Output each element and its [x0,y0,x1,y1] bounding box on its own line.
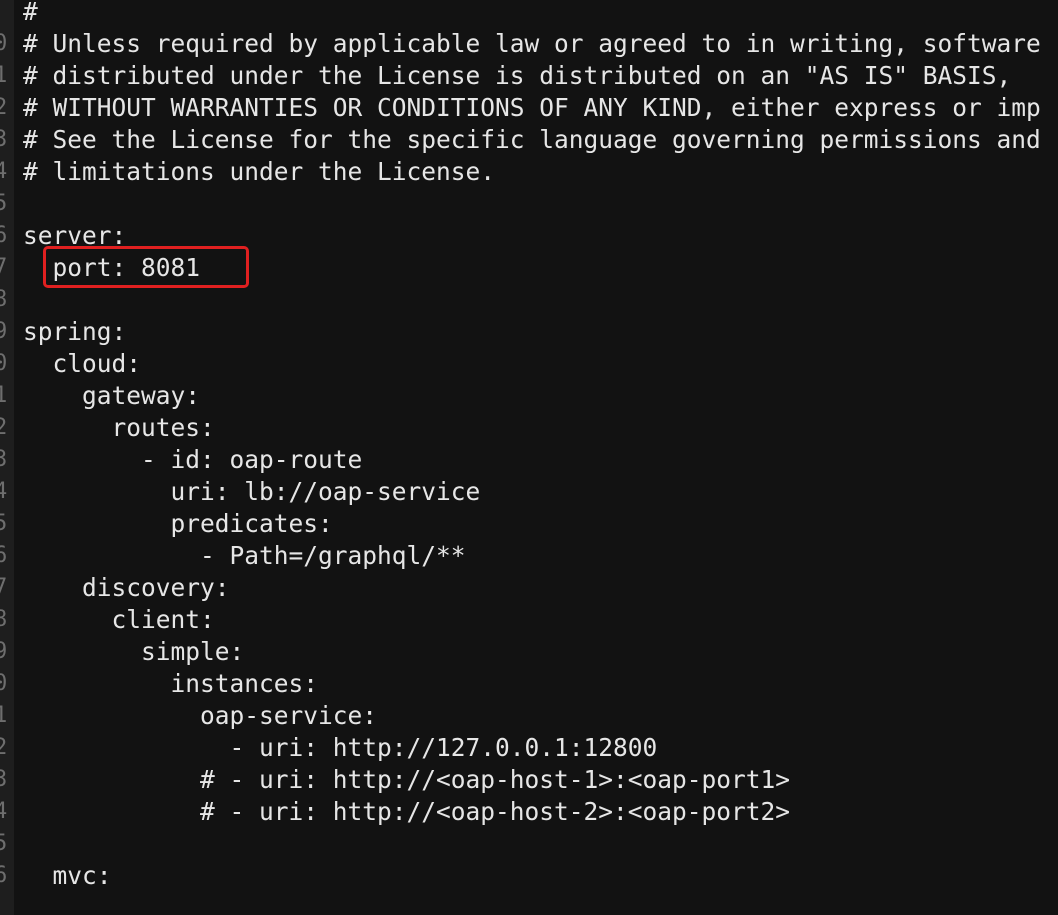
code-text: - id: oap-route [23,445,363,474]
code-text: discovery: [23,573,230,602]
line-number: 0 [0,31,8,56]
code-text: simple: [23,637,245,666]
code-text: - Path=/graphql/** [23,541,466,570]
line-number: 3 [0,447,8,472]
line-number: 7 [0,255,8,280]
code-line[interactable]: 5 predicates: [0,508,1058,540]
line-number: 6 [0,543,8,568]
code-line[interactable]: 6 mvc: [0,860,1058,892]
line-number: 6 [0,223,8,248]
line-number: 3 [0,127,8,152]
line-number: 2 [0,735,8,760]
code-line[interactable]: 7 discovery: [0,572,1058,604]
code-text: routes: [23,413,215,442]
code-text: predicates: [23,509,333,538]
line-number: 5 [0,511,8,536]
code-line[interactable]: 2 - uri: http://127.0.0.1:12800 [0,732,1058,764]
line-number: 4 [0,799,8,824]
code-text: spring: [23,317,127,346]
line-number: 1 [0,703,8,728]
code-text: client: [23,605,215,634]
code-text: uri: lb://oap-service [23,477,481,506]
line-number: 5 [0,831,8,856]
line-number: 2 [0,95,8,120]
line-number: 2 [0,415,8,440]
code-text: # - uri: http://<oap-host-2>:<oap-port2> [23,797,791,826]
line-number: 3 [0,767,8,792]
code-line[interactable]: 2 # WITHOUT WARRANTIES OR CONDITIONS OF … [0,92,1058,124]
line-number: 9 [0,639,8,664]
code-line[interactable]: 6 - Path=/graphql/** [0,540,1058,572]
code-editor[interactable]: # 0 # Unless required by applicable law … [0,0,1058,915]
line-number: 0 [0,671,8,696]
code-text: mvc: [23,861,112,890]
code-text: # - uri: http://<oap-host-1>:<oap-port1> [23,765,791,794]
code-line[interactable]: 3 - id: oap-route [0,444,1058,476]
code-line[interactable]: 4 # limitations under the License. [0,156,1058,188]
code-line[interactable]: 9 simple: [0,636,1058,668]
port-highlight-box [43,246,249,288]
line-number: 0 [0,351,8,376]
line-number: 4 [0,159,8,184]
code-line[interactable]: 0 # Unless required by applicable law or… [0,28,1058,60]
code-text: # See the License for the specific langu… [23,125,1041,154]
code-line[interactable]: 8 client: [0,604,1058,636]
code-line[interactable]: 5 [0,188,1058,220]
code-text: cloud: [23,349,142,378]
code-line[interactable]: 9 spring: [0,316,1058,348]
code-text: # distributed under the License is distr… [23,61,1012,90]
code-text: instances: [23,669,319,698]
code-line[interactable]: 1 gateway: [0,380,1058,412]
code-line[interactable]: 0 cloud: [0,348,1058,380]
code-line[interactable]: 0 instances: [0,668,1058,700]
code-line[interactable]: 4 # - uri: http://<oap-host-2>:<oap-port… [0,796,1058,828]
line-number: 7 [0,575,8,600]
code-line[interactable]: 1 # distributed under the License is dis… [0,60,1058,92]
code-text: # limitations under the License. [23,157,496,186]
code-line[interactable]: 8 [0,284,1058,316]
code-text: # WITHOUT WARRANTIES OR CONDITIONS OF AN… [23,93,1041,122]
line-number: 5 [0,191,8,216]
line-number: 9 [0,319,8,344]
code-line[interactable]: 1 oap-service: [0,700,1058,732]
line-number: 4 [0,479,8,504]
line-number: 6 [0,863,8,888]
code-line[interactable]: 5 [0,828,1058,860]
code-line[interactable]: 3 # See the License for the specific lan… [0,124,1058,156]
line-number: 8 [0,287,8,312]
code-text: gateway: [23,381,201,410]
code-line[interactable]: 3 # - uri: http://<oap-host-1>:<oap-port… [0,764,1058,796]
code-line[interactable]: 2 routes: [0,412,1058,444]
line-number: 1 [0,383,8,408]
code-line[interactable]: # [0,0,1058,28]
line-number: 8 [0,607,8,632]
code-text: # Unless required by applicable law or a… [23,29,1041,58]
code-text: oap-service: [23,701,378,730]
code-line[interactable]: 4 uri: lb://oap-service [0,476,1058,508]
code-text: # [23,0,38,26]
line-number: 1 [0,63,8,88]
code-text: - uri: http://127.0.0.1:12800 [23,733,658,762]
